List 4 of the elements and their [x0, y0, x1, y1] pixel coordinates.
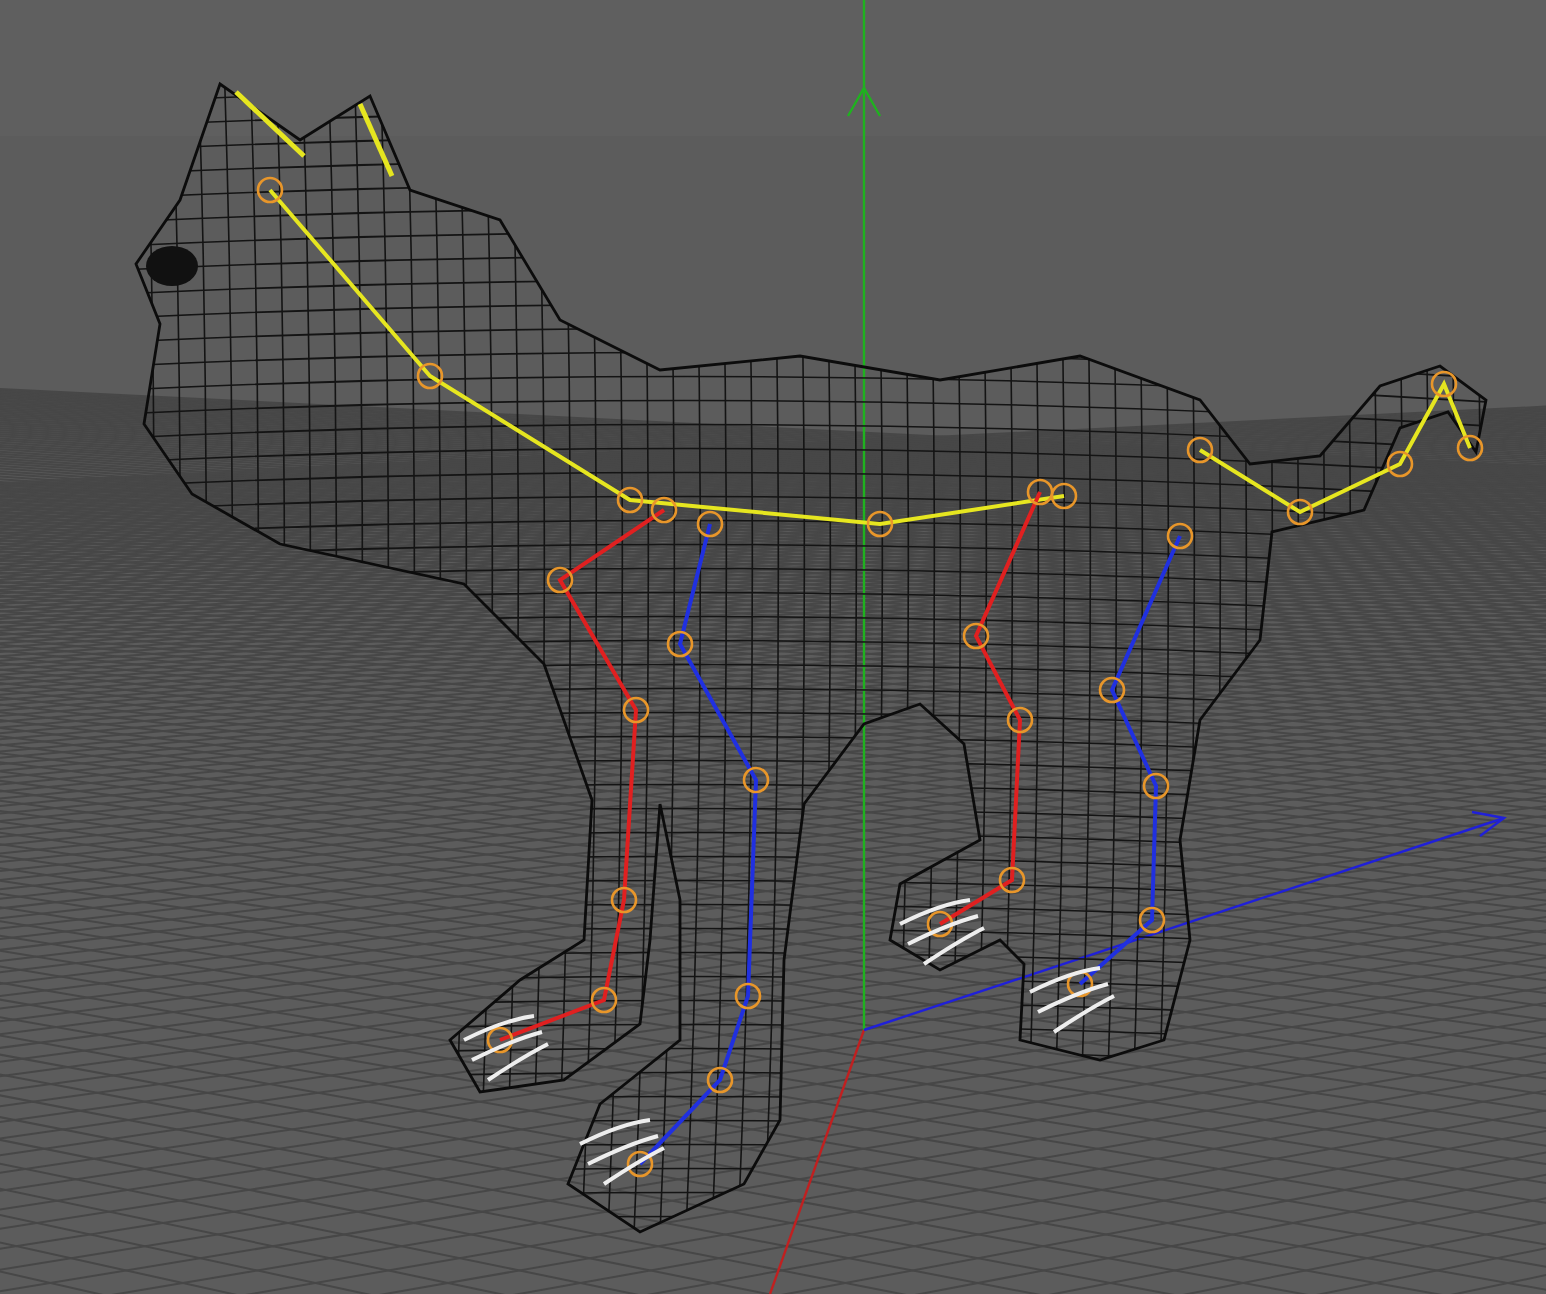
- toe-bones: [899, 898, 985, 966]
- toe-bones: [463, 1014, 549, 1082]
- toe-bones: [579, 1118, 665, 1186]
- toe-bones: [1029, 966, 1115, 1034]
